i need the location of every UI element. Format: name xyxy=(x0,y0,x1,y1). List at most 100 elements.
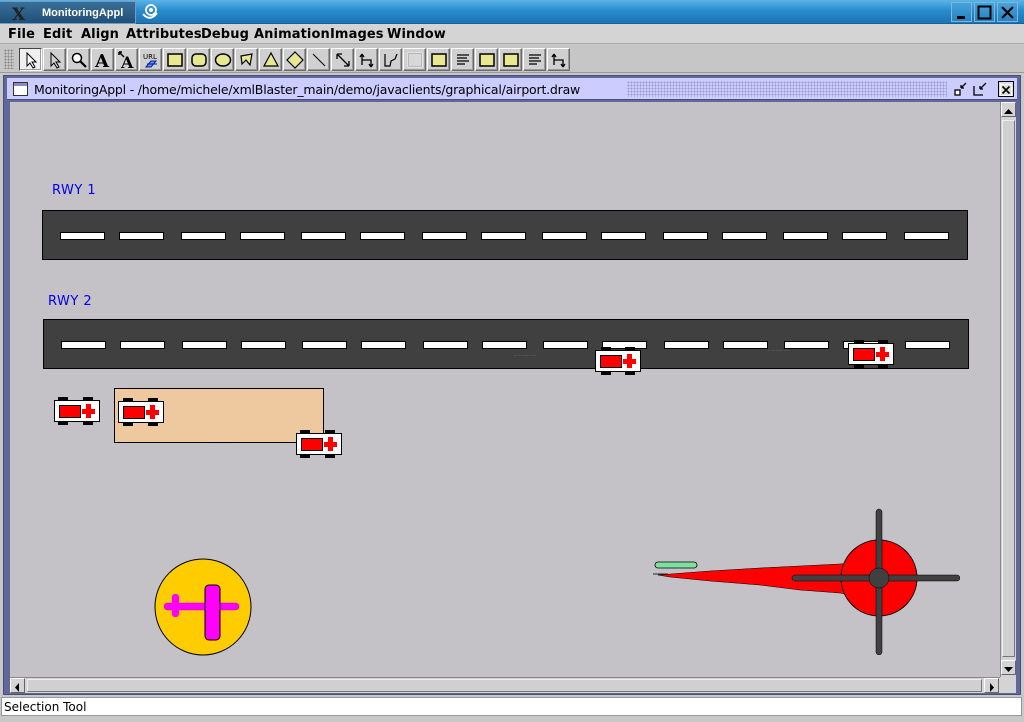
text-area-tool-button[interactable] xyxy=(451,48,474,71)
frame-close-button[interactable] xyxy=(998,81,1014,97)
taskbar-entry[interactable]: X MonitoringAppl xyxy=(0,1,136,25)
rectangle-tool-button[interactable] xyxy=(163,48,186,71)
restore-button[interactable] xyxy=(972,81,988,97)
menu-images[interactable]: Images xyxy=(330,27,384,42)
toolbar-grip[interactable] xyxy=(4,49,14,69)
vehicle-caption: ··· ··· ········ ······ xyxy=(210,438,232,442)
runway-centerline-stripe xyxy=(663,232,708,240)
status-text: Selection Tool xyxy=(4,700,87,714)
close-button[interactable] xyxy=(997,2,1018,22)
status-bar: Selection Tool xyxy=(1,697,1022,716)
runway-centerline-stripe xyxy=(904,232,949,240)
scribble-tool-button[interactable] xyxy=(379,48,402,71)
ambulance-body xyxy=(595,350,641,372)
elbow-connection-tool-button[interactable] xyxy=(355,48,378,71)
scroll-right-button[interactable] xyxy=(984,678,999,693)
titlebar-texture xyxy=(627,81,947,97)
airplane-badge[interactable] xyxy=(152,556,256,656)
ambulance-body xyxy=(848,343,894,365)
runway-centerline-stripe xyxy=(784,341,829,349)
ellipse-icon xyxy=(214,53,232,67)
runway-centerline-stripe xyxy=(61,341,106,349)
text-tool-button[interactable]: A xyxy=(91,48,114,71)
maximize-button[interactable] xyxy=(974,2,995,22)
border-rect-icon xyxy=(407,52,423,68)
image-rect-tool-button[interactable] xyxy=(427,48,450,71)
image-rect-tool-3-button[interactable] xyxy=(499,48,522,71)
polygon-tool-button[interactable] xyxy=(235,48,258,71)
vertical-scroll-thumb[interactable] xyxy=(1002,120,1015,657)
ambulance-window xyxy=(301,438,323,451)
svg-text:URL: URL xyxy=(143,53,157,61)
rectangle-icon xyxy=(479,53,495,67)
runway-centerline-stripe xyxy=(423,341,468,349)
runway-2[interactable] xyxy=(43,319,969,369)
red-cross-icon xyxy=(82,409,95,414)
runway-centerline-stripe xyxy=(302,341,347,349)
vertical-scrollbar[interactable] xyxy=(1000,102,1016,677)
triangle-tool-button[interactable] xyxy=(259,48,282,71)
scroll-up-button[interactable] xyxy=(1001,102,1016,117)
scribble-icon xyxy=(384,53,398,67)
restore-icon xyxy=(973,82,987,96)
runway-centerline-stripe xyxy=(119,232,164,240)
scroll-left-button[interactable] xyxy=(10,678,25,693)
menu-edit[interactable]: Edit xyxy=(43,27,72,42)
horizontal-scrollbar[interactable] xyxy=(10,677,1000,693)
menu-window[interactable]: Window xyxy=(387,27,446,42)
menu-attributes[interactable]: Attributes xyxy=(126,27,202,42)
red-cross-icon xyxy=(876,352,889,357)
direct-select-tool-button[interactable] xyxy=(43,48,66,71)
elbow-connection-tool-2-button[interactable] xyxy=(547,48,570,71)
drawing-canvas[interactable]: RWY 1 RWY 2 ··· ··· ········ ······ ··· … xyxy=(10,102,1000,677)
diamond-tool-button[interactable] xyxy=(283,48,306,71)
round-rectangle-tool-button[interactable] xyxy=(187,48,210,71)
runway-1-label: RWY 1 xyxy=(52,183,97,198)
ambulance-window xyxy=(600,355,622,368)
radar-display[interactable] xyxy=(650,505,960,655)
ambulance[interactable] xyxy=(54,395,100,425)
window-title: MonitoringAppl xyxy=(42,7,124,19)
ambulance-window xyxy=(123,406,145,419)
red-cross-icon xyxy=(324,442,337,447)
text-lines-icon xyxy=(529,54,541,65)
horizontal-scroll-thumb[interactable] xyxy=(27,679,982,692)
ambulance-window xyxy=(59,405,81,418)
runway-centerline-stripe xyxy=(542,232,587,240)
ambulance[interactable] xyxy=(118,396,164,426)
menu-debug[interactable]: Debug xyxy=(201,27,249,42)
runway-centerline-stripe xyxy=(723,341,768,349)
ambulance-body xyxy=(118,401,164,423)
ambulance[interactable] xyxy=(595,345,641,375)
menu-animation[interactable]: Animation xyxy=(254,27,330,42)
ambulance[interactable] xyxy=(848,338,894,368)
minimize-button[interactable] xyxy=(951,2,972,22)
border-tool-button[interactable] xyxy=(403,48,426,71)
connected-text-tool-button[interactable]: A xyxy=(115,48,138,71)
os-titlebar[interactable]: X MonitoringAppl xyxy=(0,0,1024,25)
selection-tool-button[interactable] xyxy=(19,48,42,71)
ellipse-tool-button[interactable] xyxy=(211,48,234,71)
ambulance[interactable] xyxy=(296,428,342,458)
runway-2-label: RWY 2 xyxy=(48,294,93,309)
menu-align[interactable]: Align xyxy=(81,27,119,42)
url-link-icon: URL xyxy=(143,53,158,68)
rectangle-icon xyxy=(503,53,519,67)
image-rect-tool-2-button[interactable] xyxy=(475,48,498,71)
runway-centerline-stripe xyxy=(120,341,165,349)
runway-centerline-stripe xyxy=(60,232,105,240)
internal-frame-titlebar[interactable]: MonitoringAppl - /home/michele/xmlBlaste… xyxy=(7,78,1017,100)
text-area-tool-2-button[interactable] xyxy=(523,48,546,71)
menu-file[interactable]: File xyxy=(8,27,35,42)
connection-tool-button[interactable] xyxy=(331,48,354,71)
iconify-icon xyxy=(954,82,967,96)
runway-centerline-stripe xyxy=(182,341,227,349)
runway-centerline-stripe xyxy=(240,232,285,240)
runway-1[interactable] xyxy=(42,210,968,260)
iconify-button[interactable] xyxy=(953,81,969,97)
url-tool-button[interactable]: URL xyxy=(139,48,162,71)
scroll-down-button[interactable] xyxy=(1001,660,1016,675)
line-tool-button[interactable] xyxy=(307,48,330,71)
x-window-icon: X xyxy=(12,5,26,25)
zoom-tool-button[interactable] xyxy=(67,48,90,71)
